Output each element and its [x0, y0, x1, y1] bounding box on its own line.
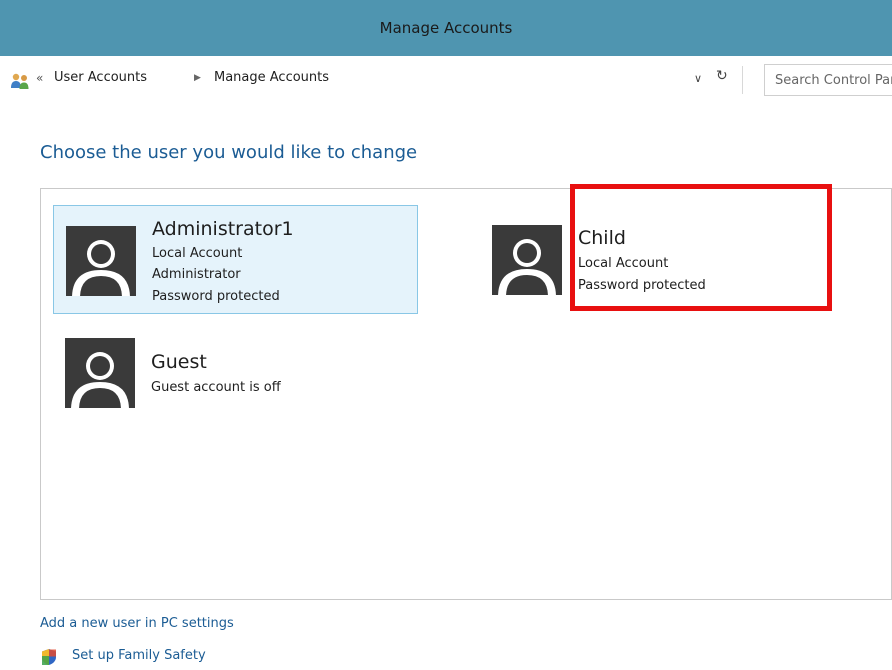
account-guest-status: Guest account is off	[151, 380, 281, 395]
breadcrumb-manage-accounts[interactable]: Manage Accounts	[214, 70, 329, 85]
account-type: Local Account	[578, 256, 669, 271]
account-role: Administrator	[152, 267, 241, 282]
add-user-link[interactable]: Add a new user in PC settings	[40, 616, 234, 631]
breadcrumb-separator-icon[interactable]: ▶	[194, 73, 201, 83]
refresh-icon[interactable]: ↻	[716, 68, 728, 84]
user-avatar-icon	[65, 338, 135, 408]
account-name: Administrator1	[152, 218, 294, 240]
user-avatar-icon	[492, 225, 562, 295]
search-input[interactable]	[765, 65, 892, 95]
account-guest[interactable]: Guest Guest account is off	[53, 322, 418, 422]
breadcrumb-user-accounts[interactable]: User Accounts	[54, 70, 147, 85]
address-bar: « User Accounts ▶ Manage Accounts ∨ ↻	[0, 56, 892, 108]
shield-icon	[40, 648, 58, 666]
page-heading: Choose the user you would like to change	[40, 142, 418, 163]
account-password-status: Password protected	[152, 289, 280, 304]
account-type: Local Account	[152, 246, 243, 261]
user-avatar-icon	[66, 226, 136, 296]
breadcrumb-overflow-button[interactable]: «	[36, 71, 43, 85]
account-name: Guest	[151, 351, 207, 373]
search-box[interactable]	[764, 64, 892, 96]
account-password-status: Password protected	[578, 278, 706, 293]
account-child[interactable]: Child Local Account Password protected	[480, 205, 820, 314]
window-title: Manage Accounts	[379, 19, 513, 37]
address-divider	[742, 66, 743, 94]
address-dropdown-icon[interactable]: ∨	[694, 72, 702, 85]
user-accounts-icon	[10, 72, 32, 90]
account-name: Child	[578, 227, 626, 249]
family-safety-link[interactable]: Set up Family Safety	[72, 648, 206, 663]
title-bar: Manage Accounts	[0, 0, 892, 56]
account-administrator1[interactable]: Administrator1 Local Account Administrat…	[53, 205, 418, 314]
